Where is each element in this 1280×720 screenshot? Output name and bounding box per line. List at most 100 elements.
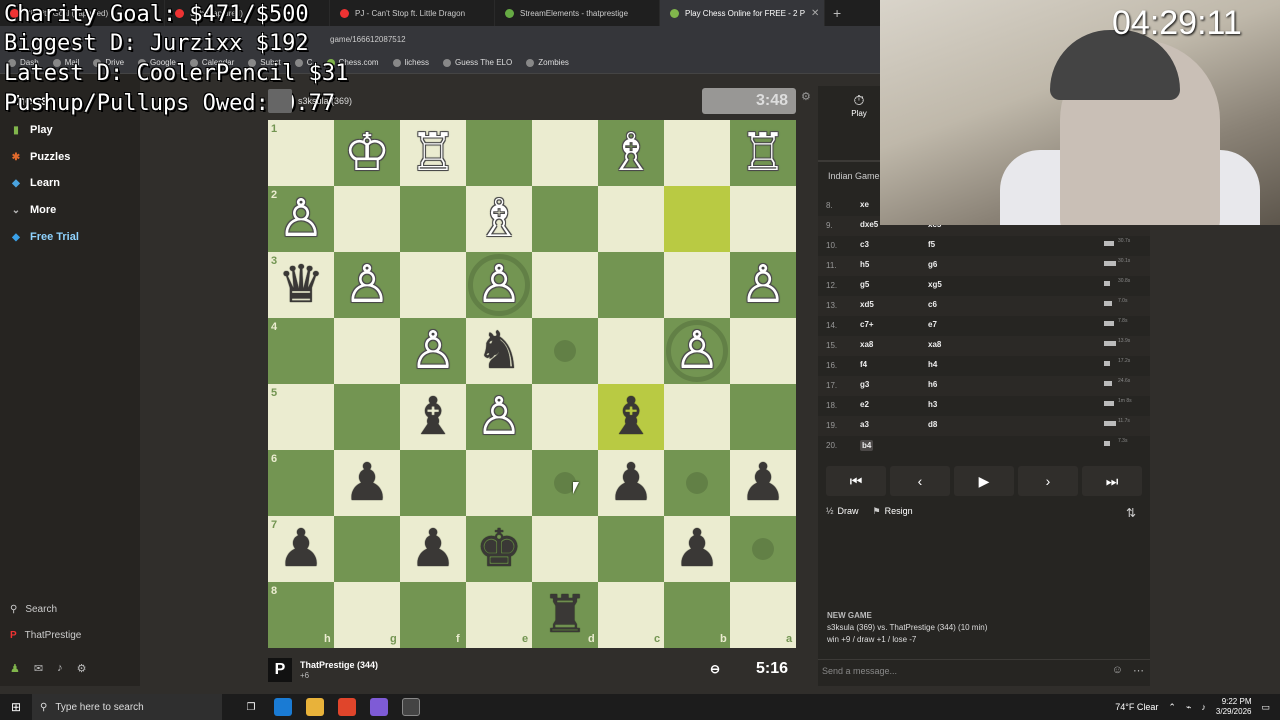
bookmark-item[interactable]: lichess: [392, 58, 429, 67]
black-move[interactable]: xa8: [928, 340, 941, 349]
black-piece-b7[interactable]: ♟: [664, 516, 730, 582]
white-piece-c1[interactable]: ♗: [598, 120, 664, 186]
bookmark-item[interactable]: Zombies: [526, 58, 569, 67]
notification-icon[interactable]: ▭: [1261, 702, 1270, 713]
white-piece-b4[interactable]: ♙: [664, 318, 730, 384]
task-view-icon[interactable]: ❐: [242, 698, 260, 716]
white-move[interactable]: g3: [860, 380, 869, 389]
black-move[interactable]: d8: [928, 420, 937, 429]
black-move[interactable]: g6: [928, 260, 937, 269]
white-piece-a1[interactable]: ♖: [730, 120, 796, 186]
white-move[interactable]: xd5: [860, 300, 874, 309]
white-piece-g3[interactable]: ♙: [334, 252, 400, 318]
board-square-d7[interactable]: [532, 516, 598, 582]
brave-icon[interactable]: [338, 698, 356, 716]
weather-widget[interactable]: 74°F Clear: [1115, 702, 1158, 712]
more-options-icon[interactable]: ⋯: [1133, 664, 1144, 677]
sidebar-item-more[interactable]: ⌄ More: [10, 200, 56, 220]
board-square-h1[interactable]: [268, 120, 334, 186]
white-move[interactable]: h5: [860, 260, 869, 269]
move-hint-d4[interactable]: [554, 340, 576, 362]
board-square-d5[interactable]: [532, 384, 598, 450]
board-square-h6[interactable]: [268, 450, 334, 516]
tray-chevron-icon[interactable]: ⌃: [1168, 702, 1176, 713]
next-move-button[interactable]: ›: [1018, 466, 1078, 496]
white-piece-e5[interactable]: ♙: [466, 384, 532, 450]
new-tab-button[interactable]: +: [825, 5, 849, 21]
board-settings-icon[interactable]: ⚙: [801, 90, 811, 103]
board-square-g7[interactable]: [334, 516, 400, 582]
board-square-c4[interactable]: [598, 318, 664, 384]
taskbar-search[interactable]: ⚲ Type here to search: [32, 694, 222, 720]
browser-tab[interactable]: PJ - Can't Stop ft. Little Dragon: [330, 0, 495, 26]
black-move[interactable]: xg5: [928, 280, 942, 289]
white-move[interactable]: e2: [860, 400, 869, 409]
black-piece-a6[interactable]: ♟: [730, 450, 796, 516]
move-hint-b6[interactable]: [686, 472, 708, 494]
avatar[interactable]: [268, 89, 292, 113]
resign-button[interactable]: ⚑ Resign: [873, 506, 913, 517]
mail-icon[interactable]: ✉: [34, 662, 43, 675]
discord-icon[interactable]: [370, 698, 388, 716]
black-move[interactable]: h6: [928, 380, 937, 389]
player-name[interactable]: ThatPrestige (344): [300, 660, 378, 670]
friends-icon[interactable]: ♟: [10, 662, 20, 675]
black-move[interactable]: h4: [928, 360, 937, 369]
browser-tab[interactable]: StreamElements - thatprestige: [495, 0, 660, 26]
black-piece-c5[interactable]: ♝: [598, 384, 664, 450]
emoji-icon[interactable]: ☺: [1112, 664, 1123, 677]
sidebar-account[interactable]: P ThatPrestige: [10, 630, 81, 641]
tab-play[interactable]: ⏱ Play: [832, 92, 886, 122]
black-move[interactable]: h3: [928, 400, 937, 409]
chat-input[interactable]: Send a message... ☺ ⋯: [818, 659, 1150, 681]
white-move[interactable]: c7+: [860, 320, 874, 329]
board-square-h4[interactable]: [268, 318, 334, 384]
black-piece-h3[interactable]: ♛: [268, 252, 334, 318]
board-square-b1[interactable]: [664, 120, 730, 186]
black-piece-g6[interactable]: ♟: [334, 450, 400, 516]
white-move[interactable]: a3: [860, 420, 869, 429]
white-move[interactable]: dxe5: [860, 220, 878, 229]
white-piece-h2[interactable]: ♙: [268, 186, 334, 252]
board-square-a2[interactable]: [730, 186, 796, 252]
sidebar-item-free-trial[interactable]: ◆ Free Trial: [10, 227, 79, 247]
chess-board[interactable]: 1 2 3 4 5 6 7 8 h g f e d c b a ♔ ♖ ♗ ♖ ♙ ♗ ♛ ♙ ♙ ♙ ♙ ♞ ♙ ♝ ♙ ♝ ♟ ♟ ♟ ♟ ♟ ♚ ♟ ♜: [268, 120, 796, 648]
opponent-name[interactable]: s3ksula (369): [298, 96, 352, 106]
file-explorer-icon[interactable]: [306, 698, 324, 716]
board-square-e1[interactable]: [466, 120, 532, 186]
board-square-a4[interactable]: [730, 318, 796, 384]
sidebar-item-puzzles[interactable]: ✱ Puzzles: [10, 147, 71, 167]
board-square-d1[interactable]: [532, 120, 598, 186]
board-square-e6[interactable]: [466, 450, 532, 516]
white-piece-e3[interactable]: ♙: [466, 252, 532, 318]
white-piece-e2[interactable]: ♗: [466, 186, 532, 252]
sidebar-item-learn[interactable]: ◆ Learn: [10, 173, 60, 193]
avatar[interactable]: P: [268, 658, 292, 682]
black-move[interactable]: c6: [928, 300, 937, 309]
move-hint-a7[interactable]: [752, 538, 774, 560]
board-square-g4[interactable]: [334, 318, 400, 384]
board-square-c3[interactable]: [598, 252, 664, 318]
board-square-b2[interactable]: [664, 186, 730, 252]
white-piece-g1[interactable]: ♔: [334, 120, 400, 186]
board-square-a5[interactable]: [730, 384, 796, 450]
play-moves-button[interactable]: ▶: [954, 466, 1014, 496]
board-square-b3[interactable]: [664, 252, 730, 318]
board-square-c7[interactable]: [598, 516, 664, 582]
white-piece-f4[interactable]: ♙: [400, 318, 466, 384]
black-move[interactable]: f5: [928, 240, 935, 249]
volume-icon[interactable]: ♪: [1201, 702, 1206, 712]
white-move[interactable]: g5: [860, 280, 869, 289]
board-square-b5[interactable]: [664, 384, 730, 450]
sidebar-search[interactable]: ⚲ Search: [10, 604, 57, 615]
taskbar-clock[interactable]: 9:22 PM 3/29/2026: [1216, 697, 1252, 717]
white-move[interactable]: c3: [860, 240, 869, 249]
browser-tab-active[interactable]: Play Chess Online for FREE - 2 P ✕: [660, 0, 825, 26]
obs-icon[interactable]: [402, 698, 420, 716]
black-piece-e4[interactable]: ♞: [466, 318, 532, 384]
tab-close-icon[interactable]: ✕: [811, 8, 819, 19]
white-move[interactable]: f4: [860, 360, 867, 369]
black-piece-d8[interactable]: ♜: [532, 582, 598, 648]
bookmark-item[interactable]: Guess The ELO: [443, 58, 512, 67]
edge-icon[interactable]: [274, 698, 292, 716]
